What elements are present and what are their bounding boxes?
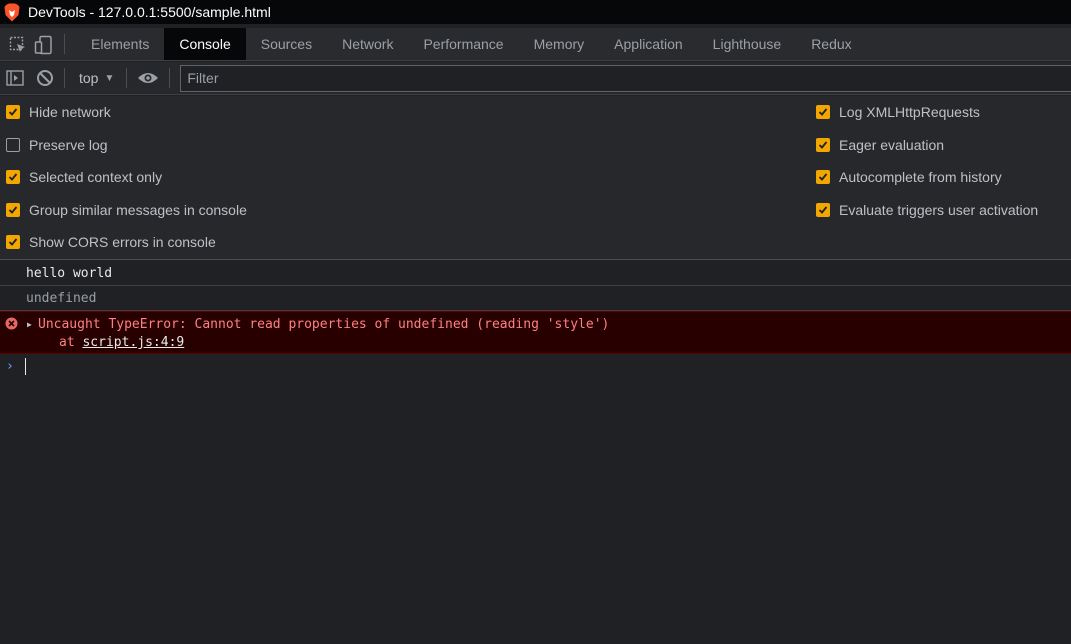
tab-label: Elements bbox=[91, 36, 150, 52]
device-toolbar-icon[interactable] bbox=[32, 28, 56, 61]
expand-triangle-icon[interactable]: ▶ bbox=[27, 320, 32, 329]
console-error-message: ▶ Uncaught TypeError: Cannot read proper… bbox=[0, 311, 1071, 354]
tab-performance[interactable]: Performance bbox=[408, 28, 518, 60]
context-selector[interactable]: top ▼ bbox=[69, 62, 122, 95]
error-text: Uncaught TypeError: Cannot read properti… bbox=[38, 317, 610, 332]
window-title: DevTools - 127.0.0.1:5500/sample.html bbox=[28, 4, 271, 20]
tab-label: Performance bbox=[423, 36, 504, 52]
setting-show-cors-errors[interactable]: Show CORS errors in console bbox=[6, 232, 216, 252]
setting-label: Preserve log bbox=[29, 137, 108, 153]
tab-label: Console bbox=[179, 36, 231, 52]
tab-redux[interactable]: Redux bbox=[796, 28, 866, 60]
source-link[interactable]: script.js:4:9 bbox=[82, 335, 184, 350]
checkbox-checked-icon[interactable] bbox=[6, 235, 20, 249]
tab-label: Lighthouse bbox=[712, 36, 782, 52]
tab-network[interactable]: Network bbox=[327, 28, 408, 60]
caret-down-icon: ▼ bbox=[104, 72, 115, 84]
show-sidebar-icon[interactable] bbox=[0, 62, 30, 95]
toolbar-separator bbox=[169, 68, 171, 88]
console-settings-panel: Hide network Preserve log Selected conte… bbox=[0, 96, 1071, 260]
console-message: hello world bbox=[0, 261, 1071, 286]
tab-label: Network bbox=[342, 36, 394, 52]
tab-label: Memory bbox=[533, 36, 585, 52]
live-expression-eye-icon[interactable] bbox=[131, 62, 165, 95]
setting-label: Hide network bbox=[29, 104, 111, 120]
window-titlebar: DevTools - 127.0.0.1:5500/sample.html bbox=[0, 0, 1071, 24]
setting-label: Group similar messages in console bbox=[29, 202, 247, 218]
toolbar-separator bbox=[64, 34, 65, 54]
setting-group-similar[interactable]: Group similar messages in console bbox=[6, 200, 247, 220]
toolbar-separator bbox=[126, 68, 128, 88]
message-text: undefined bbox=[26, 291, 97, 306]
inspect-element-icon[interactable] bbox=[6, 28, 30, 61]
filter-input[interactable]: Filter bbox=[180, 64, 1071, 92]
context-value: top bbox=[79, 70, 99, 86]
setting-eager-evaluation[interactable]: Eager evaluation bbox=[816, 135, 944, 155]
tab-lighthouse[interactable]: Lighthouse bbox=[698, 28, 797, 60]
message-text: hello world bbox=[26, 266, 113, 281]
setting-hide-network[interactable]: Hide network bbox=[6, 102, 111, 122]
tab-label: Sources bbox=[260, 36, 313, 52]
setting-label: Autocomplete from history bbox=[839, 169, 1002, 185]
checkbox-checked-icon[interactable] bbox=[816, 170, 830, 184]
filter-placeholder: Filter bbox=[187, 70, 219, 86]
error-icon bbox=[5, 317, 18, 334]
setting-label: Show CORS errors in console bbox=[29, 234, 216, 250]
tab-label: Redux bbox=[811, 36, 852, 52]
setting-label: Log XMLHttpRequests bbox=[839, 104, 980, 120]
brave-lion-icon bbox=[4, 2, 22, 22]
devtools-tabbar: Elements Console Sources Network Perform… bbox=[0, 28, 1071, 61]
console-log[interactable]: hello world undefined ▶ Uncaught TypeErr… bbox=[0, 261, 1071, 644]
stack-prefix: at bbox=[59, 335, 75, 350]
tab-application[interactable]: Application bbox=[599, 28, 698, 60]
checkbox-checked-icon[interactable] bbox=[816, 138, 830, 152]
checkbox-checked-icon[interactable] bbox=[816, 203, 830, 217]
prompt-chevron-icon: › bbox=[6, 359, 14, 374]
error-stack-line: at script.js:4:9 bbox=[59, 335, 184, 350]
tab-sources[interactable]: Sources bbox=[246, 28, 327, 60]
checkbox-checked-icon[interactable] bbox=[6, 170, 20, 184]
console-message: undefined bbox=[0, 286, 1071, 311]
clear-console-icon[interactable] bbox=[30, 62, 60, 95]
setting-evaluate-triggers[interactable]: Evaluate triggers user activation bbox=[816, 200, 1038, 220]
checkbox-checked-icon[interactable] bbox=[6, 105, 20, 119]
setting-autocomplete-history[interactable]: Autocomplete from history bbox=[816, 167, 1002, 187]
console-toolbar: top ▼ Filter bbox=[0, 62, 1071, 95]
tab-elements[interactable]: Elements bbox=[76, 28, 164, 60]
checkbox-checked-icon[interactable] bbox=[816, 105, 830, 119]
checkbox-unchecked-icon[interactable] bbox=[6, 138, 20, 152]
checkbox-checked-icon[interactable] bbox=[6, 203, 20, 217]
setting-label: Selected context only bbox=[29, 169, 163, 185]
setting-log-xmlhttprequests[interactable]: Log XMLHttpRequests bbox=[816, 102, 980, 122]
tab-console[interactable]: Console bbox=[164, 28, 246, 60]
setting-selected-context-only[interactable]: Selected context only bbox=[6, 167, 162, 187]
tab-label: Application bbox=[614, 36, 683, 52]
toolbar-separator bbox=[64, 68, 65, 88]
setting-label: Eager evaluation bbox=[839, 137, 945, 153]
setting-preserve-log[interactable]: Preserve log bbox=[6, 135, 108, 155]
setting-label: Evaluate triggers user activation bbox=[839, 202, 1039, 218]
console-input-caret[interactable] bbox=[25, 358, 26, 375]
tab-memory[interactable]: Memory bbox=[519, 28, 600, 60]
